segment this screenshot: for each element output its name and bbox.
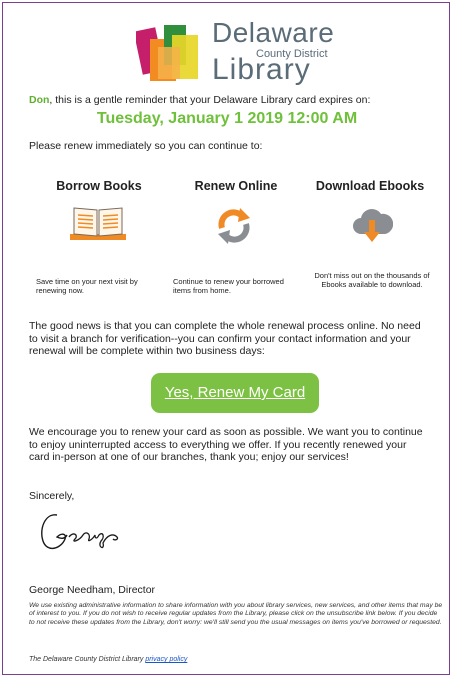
cloud-download-icon: [353, 209, 393, 242]
signer-name: George Needham, Director: [29, 584, 156, 596]
feature-text-borrow: Save time on your next visit by renewing…: [36, 277, 138, 295]
footer-text: The Delaware County District Library: [29, 656, 144, 663]
sincerely-text: Sincerely,: [29, 490, 75, 502]
logo-text-library: Library: [212, 53, 311, 86]
greeting-text: , this is a gentle reminder that your De…: [49, 94, 371, 106]
email-frame: Delaware County District Library Don, th…: [2, 2, 450, 675]
expiry-date: Tuesday, January 1 2019 12:00 AM: [96, 110, 358, 127]
feature-text-ebooks: Don't miss out on the thousands of Ebook…: [314, 271, 430, 289]
feature-text-renew: Continue to renew your borrowed items fr…: [173, 277, 284, 295]
renew-card-button[interactable]: Yes, Renew My Card: [151, 373, 319, 413]
feature-title-renew: Renew Online: [194, 179, 278, 193]
feature-title-borrow: Borrow Books: [56, 179, 142, 193]
encourage-paragraph: We encourage you to renew your card as s…: [29, 426, 423, 463]
books-logo-icon: [136, 25, 198, 81]
good-news-paragraph: The good news is that you can complete t…: [29, 320, 421, 357]
refresh-arrows-icon: [218, 208, 250, 244]
signature-image: [41, 514, 119, 549]
renew-intro: Please renew immediately so you can cont…: [29, 140, 263, 152]
library-logo[interactable]: Delaware County District Library: [136, 17, 336, 89]
footer: The Delaware County District Library pri…: [29, 656, 187, 663]
open-book-icon: [70, 207, 126, 240]
legal-notice: We use existing administrative informati…: [29, 602, 443, 626]
recipient-name: Don: [29, 94, 50, 106]
logo-text-delaware: Delaware: [212, 17, 335, 48]
greeting-line: Don, this is a gentle reminder that your…: [29, 94, 370, 107]
feature-title-ebooks: Download Ebooks: [315, 179, 425, 193]
privacy-policy-link[interactable]: privacy policy: [145, 656, 187, 663]
